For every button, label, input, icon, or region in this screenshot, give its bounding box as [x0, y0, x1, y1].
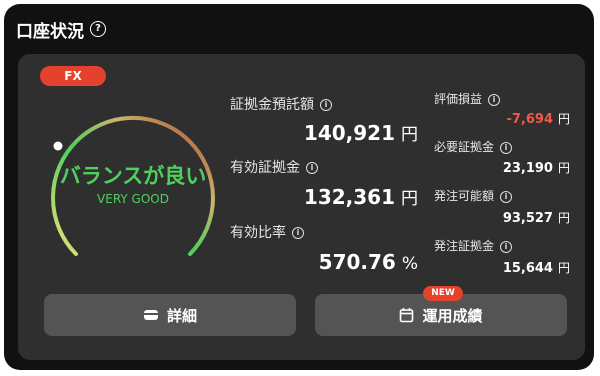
page-title: 口座状況	[16, 21, 84, 42]
effective-label-text: 有効証拠金	[230, 160, 300, 176]
ratio-label-text: 有効比率	[230, 225, 286, 241]
effective-unit: 円	[401, 189, 418, 209]
order-margin-label-text: 発注証拠金	[434, 239, 495, 253]
orderable-unit: 円	[557, 211, 570, 225]
deposit-unit: 円	[401, 125, 418, 145]
deposit-amount: 140,921	[303, 121, 395, 145]
info-icon[interactable]: i	[292, 227, 304, 239]
deposit-label-text: 証拠金預託額	[230, 97, 314, 113]
required-label: 必要証拠金 i	[434, 138, 513, 155]
pl-amount: -7,694	[506, 112, 553, 127]
history-button-label: 運用成績	[422, 306, 483, 325]
effective-value: 132,361 円	[228, 184, 418, 209]
pl-value: -7,694 円	[438, 110, 570, 127]
required-amount: 23,190	[502, 161, 553, 176]
orderable-value: 93,527 円	[438, 209, 570, 226]
ratio-amount: 570.76	[318, 250, 396, 274]
orderable-label-text: 発注可能額	[434, 189, 495, 203]
effective-label: 有効証拠金 i	[230, 157, 318, 177]
info-icon[interactable]: i	[488, 93, 501, 106]
gauge-sub: VERY GOOD	[97, 192, 169, 206]
required-value: 23,190 円	[438, 159, 570, 176]
deposit-value: 140,921 円	[228, 120, 418, 145]
pl-label-text: 評価損益	[434, 92, 483, 106]
pl-unit: 円	[557, 112, 570, 126]
required-unit: 円	[557, 161, 570, 175]
gauge-status: バランスが良い	[59, 164, 207, 188]
new-badge: NEW	[423, 286, 463, 301]
detail-button-label: 詳細	[166, 306, 197, 325]
calendar-icon	[400, 308, 414, 323]
header: 口座状況 ?	[16, 16, 106, 42]
ratio-label: 有効比率 i	[230, 222, 304, 242]
info-icon[interactable]: i	[320, 99, 332, 111]
info-icon[interactable]: i	[500, 190, 513, 203]
detail-button[interactable]: 詳細	[44, 294, 296, 336]
ratio-value: 570.76%	[228, 250, 418, 274]
orderable-amount: 93,527	[502, 211, 553, 226]
order-margin-amount: 15,644	[502, 261, 553, 276]
required-label-text: 必要証拠金	[434, 140, 495, 154]
orderable-label: 発注可能額 i	[434, 187, 513, 204]
deposit-label: 証拠金預託額 i	[230, 94, 332, 114]
order-margin-unit: 円	[557, 261, 570, 275]
effective-amount: 132,361	[303, 185, 395, 209]
fx-badge: FX	[40, 66, 106, 86]
info-icon[interactable]: i	[306, 162, 318, 174]
fx-card: FX バランスが良い VERY GOOD 証拠金預託額 i 140,921 円 有効…	[18, 54, 585, 360]
wallet-icon	[143, 310, 158, 320]
help-icon[interactable]: ?	[90, 21, 106, 37]
order-margin-value: 15,644 円	[438, 259, 570, 276]
info-icon[interactable]: i	[500, 240, 513, 253]
ratio-unit: %	[401, 254, 418, 274]
account-status-widget: 口座状況 ? FX バランスが良い VERY GOOD 証拠金預託額 i 140,…	[4, 4, 594, 370]
info-icon[interactable]: i	[500, 141, 513, 154]
pl-label: 評価損益 i	[434, 90, 501, 107]
gauge-indicator	[53, 141, 63, 151]
order-margin-label: 発注証拠金 i	[434, 237, 513, 254]
